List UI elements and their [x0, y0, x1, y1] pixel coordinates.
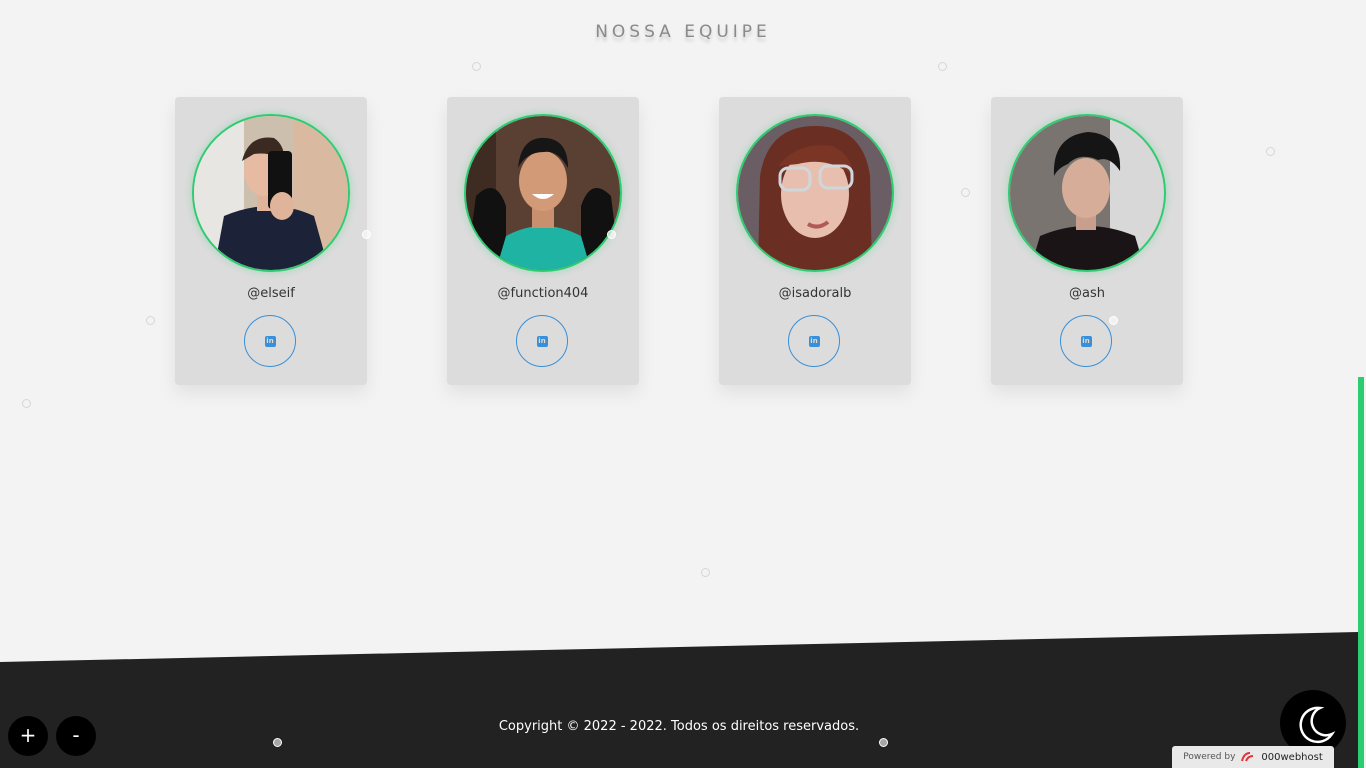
snowflake-decoration: [146, 316, 155, 325]
team-card: @elseif in: [175, 97, 367, 385]
member-handle: @elseif: [247, 286, 295, 301]
member-handle: @ash: [1069, 286, 1105, 301]
copyright-text: Copyright © 2022 - 2022. Todos os direit…: [498, 719, 860, 734]
linkedin-icon: in: [536, 335, 548, 347]
footer: [0, 628, 1366, 768]
team-card: @isadoralb in: [719, 97, 911, 385]
member-handle: @function404: [497, 286, 589, 301]
webhost-logo-icon: [1241, 752, 1254, 762]
linkedin-button[interactable]: in: [1060, 315, 1112, 367]
linkedin-icon: in: [1080, 335, 1092, 347]
snowflake-decoration: [1109, 316, 1118, 325]
snowflake-decoration: [362, 230, 371, 239]
linkedin-button[interactable]: in: [244, 315, 296, 367]
snowflake-decoration: [472, 62, 481, 71]
snowflake-decoration: [607, 230, 616, 239]
snowflake-decoration: [879, 738, 888, 747]
powered-by-badge[interactable]: Powered by 000webhost: [1172, 746, 1334, 768]
linkedin-icon: in: [808, 335, 820, 347]
snowflake-decoration: [938, 62, 947, 71]
snowflake-decoration: [22, 399, 31, 408]
avatar: [192, 114, 350, 272]
team-card: @ash in: [991, 97, 1183, 385]
page-title: NOSSA EQUIPE: [595, 22, 771, 43]
avatar: [736, 114, 894, 272]
snowflake-decoration: [1266, 147, 1275, 156]
linkedin-icon: in: [264, 335, 276, 347]
snowflake-decoration: [273, 738, 282, 747]
member-handle: @isadoralb: [778, 286, 852, 301]
snowflake-decoration: [961, 188, 970, 197]
powered-by-label: Powered by: [1183, 752, 1236, 762]
zoom-in-button[interactable]: +: [8, 716, 48, 756]
zoom-out-button[interactable]: -: [56, 716, 96, 756]
webhost-brand: 000webhost: [1261, 751, 1323, 763]
linkedin-button[interactable]: in: [788, 315, 840, 367]
snowflake-decoration: [701, 568, 710, 577]
team-card: @function404 in: [447, 97, 639, 385]
linkedin-button[interactable]: in: [516, 315, 568, 367]
avatar: [464, 114, 622, 272]
avatar: [1008, 114, 1166, 272]
